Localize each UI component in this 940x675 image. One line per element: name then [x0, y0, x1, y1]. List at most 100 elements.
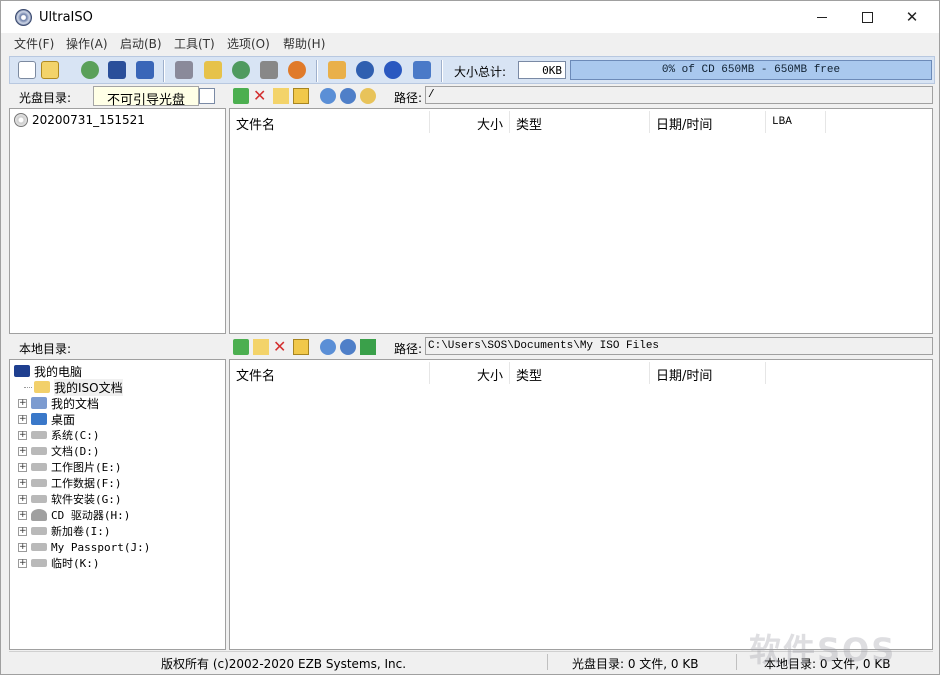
- refresh-icon[interactable]: [360, 88, 376, 104]
- go-up-icon[interactable]: [233, 339, 249, 355]
- column-size[interactable]: 大小: [430, 362, 510, 384]
- expand-icon[interactable]: +: [18, 462, 27, 472]
- expand-icon[interactable]: +: [18, 510, 27, 520]
- status-divider: [547, 654, 548, 670]
- refresh-icon[interactable]: [360, 339, 376, 355]
- expand-icon[interactable]: +: [18, 398, 27, 408]
- local-file-list[interactable]: 文件名 大小 类型 日期/时间: [229, 359, 933, 650]
- menu-help[interactable]: 帮助(H): [283, 35, 325, 52]
- tree-item-drive-j[interactable]: + My Passport(J:): [18, 539, 150, 555]
- save-as-icon[interactable]: [136, 61, 154, 79]
- rename-icon[interactable]: [293, 88, 309, 104]
- menu-bootable[interactable]: 启动(B): [120, 35, 162, 52]
- iso-root-label: 20200731_151521: [32, 113, 145, 127]
- save-icon[interactable]: [108, 61, 126, 79]
- tree-item-drive-e[interactable]: + 工作图片(E:): [18, 459, 122, 475]
- iso-file-list[interactable]: 文件名 大小 类型 日期/时间 LBA: [229, 108, 933, 334]
- make-floppy-image-icon[interactable]: [232, 61, 250, 79]
- expand-icon[interactable]: +: [18, 446, 27, 456]
- tree-item-desktop[interactable]: + 桌面: [18, 411, 75, 427]
- toolbar-separator: [441, 60, 443, 82]
- local-path-field[interactable]: C:\Users\SOS\Documents\My ISO Files: [425, 337, 933, 355]
- delete-icon[interactable]: ✕: [253, 88, 269, 104]
- tree-item-my-computer[interactable]: 我的电脑: [14, 363, 82, 379]
- reload-icon[interactable]: [81, 61, 99, 79]
- minimize-button[interactable]: [799, 1, 845, 33]
- main-toolbar: 大小总计: 0KB 0% of CD 650MB - 650MB free: [9, 56, 935, 84]
- boot-status-field[interactable]: 不可引导光盘: [93, 86, 199, 108]
- toolbar-separator: [163, 60, 165, 82]
- tree-item-drive-i[interactable]: + 新加卷(I:): [18, 523, 111, 539]
- expand-icon[interactable]: +: [18, 542, 27, 552]
- size-total-label: 大小总计:: [454, 65, 507, 79]
- column-type[interactable]: 类型: [510, 362, 650, 384]
- maximize-button[interactable]: [844, 1, 890, 33]
- size-total-value: 0KB: [518, 61, 566, 79]
- column-type[interactable]: 类型: [510, 111, 650, 133]
- new-icon[interactable]: [18, 61, 36, 79]
- column-filename[interactable]: 文件名: [230, 362, 430, 384]
- new-folder-icon[interactable]: [253, 339, 269, 355]
- expand-icon[interactable]: +: [18, 430, 27, 440]
- tree-item-drive-d[interactable]: + 文档(D:): [18, 443, 100, 459]
- menu-tools[interactable]: 工具(T): [174, 35, 215, 52]
- iso-path-field[interactable]: /: [425, 86, 933, 104]
- tree-item-drive-f[interactable]: + 工作数据(F:): [18, 475, 122, 491]
- tree-item-label: 我的文档: [51, 396, 100, 411]
- tree-item-drive-c[interactable]: + 系统(C:): [18, 427, 100, 443]
- cd-drive-icon: [31, 509, 47, 521]
- column-datetime[interactable]: 日期/时间: [650, 111, 766, 133]
- tree-item-drive-g[interactable]: + 软件安装(G:): [18, 491, 122, 507]
- extract-icon[interactable]: [175, 61, 193, 79]
- menu-file[interactable]: 文件(F): [14, 35, 54, 52]
- capacity-bar[interactable]: 0% of CD 650MB - 650MB free: [570, 60, 932, 80]
- compress-icon[interactable]: [328, 61, 346, 79]
- info-icon[interactable]: [356, 61, 374, 79]
- tree-item-label: 我的ISO文档: [54, 378, 123, 396]
- column-lba[interactable]: LBA: [766, 111, 826, 133]
- settings-icon[interactable]: [340, 88, 356, 104]
- tree-item-drive-h[interactable]: + CD 驱动器(H:): [18, 507, 130, 523]
- tree-item-drive-k[interactable]: + 临时(K:): [18, 555, 100, 571]
- boot-properties-icon[interactable]: [199, 88, 215, 104]
- settings-icon[interactable]: [340, 339, 356, 355]
- rename-icon[interactable]: [293, 339, 309, 355]
- tree-item-label: My Passport(J:): [51, 540, 151, 554]
- add-files-icon[interactable]: [320, 88, 336, 104]
- menu-actions[interactable]: 操作(A): [66, 35, 108, 52]
- expand-icon[interactable]: +: [18, 414, 27, 424]
- close-button[interactable]: ✕: [889, 1, 935, 33]
- exit-icon[interactable]: [413, 61, 431, 79]
- column-datetime[interactable]: 日期/时间: [650, 362, 766, 384]
- expand-icon[interactable]: +: [18, 526, 27, 536]
- column-filename[interactable]: 文件名: [230, 111, 430, 133]
- iso-dir-label: 光盘目录:: [19, 91, 72, 105]
- delete-icon[interactable]: ✕: [273, 339, 289, 355]
- drive-icon: [31, 559, 47, 567]
- tree-item-my-documents[interactable]: + 我的文档: [18, 395, 99, 411]
- drive-icon: [31, 543, 47, 551]
- tree-item-iso-root[interactable]: 20200731_151521: [14, 112, 145, 128]
- drive-icon: [31, 479, 47, 487]
- mount-icon[interactable]: [288, 61, 306, 79]
- add-to-iso-icon[interactable]: [320, 339, 336, 355]
- help-icon[interactable]: [384, 61, 402, 79]
- open-icon[interactable]: [41, 61, 59, 79]
- menu-options[interactable]: 选项(O): [227, 35, 270, 52]
- tree-item-label: 软件安装(G:): [51, 493, 122, 506]
- burn-icon[interactable]: [260, 61, 278, 79]
- column-size[interactable]: 大小: [430, 111, 510, 133]
- new-folder-icon[interactable]: [273, 88, 289, 104]
- drive-icon: [31, 463, 47, 471]
- expand-icon[interactable]: +: [18, 478, 27, 488]
- ultraiso-logo-icon: [15, 9, 32, 26]
- local-tree-pane[interactable]: 我的电脑 我的ISO文档 + 我的文档 + 桌面 + 系统(C:) + 文档(D…: [9, 359, 226, 650]
- make-cd-image-icon[interactable]: [204, 61, 222, 79]
- tree-item-label: 文档(D:): [51, 445, 100, 458]
- go-up-icon[interactable]: [233, 88, 249, 104]
- expand-icon[interactable]: +: [18, 558, 27, 568]
- drive-icon: [31, 447, 47, 455]
- expand-icon[interactable]: +: [18, 494, 27, 504]
- iso-tree-pane[interactable]: 20200731_151521: [9, 108, 226, 334]
- tree-item-my-iso-docs[interactable]: 我的ISO文档: [24, 378, 123, 396]
